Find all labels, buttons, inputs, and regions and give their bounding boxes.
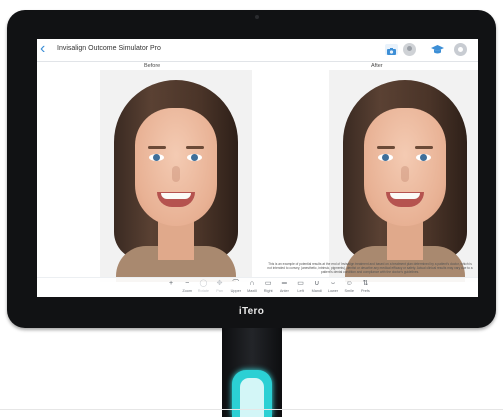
left-eye — [149, 154, 164, 161]
app-title: Invisalign Outcome Simulator Pro — [57, 45, 161, 52]
left-brow — [377, 146, 395, 149]
camera-button[interactable] — [385, 44, 398, 55]
webcam-dot — [255, 15, 259, 19]
right-eye — [187, 154, 202, 161]
floor-line — [0, 409, 503, 410]
after-label: After — [371, 63, 383, 69]
teeth — [390, 193, 420, 199]
teeth — [161, 193, 191, 199]
neck — [158, 220, 194, 260]
nose — [172, 166, 180, 182]
camera-icon — [387, 48, 396, 55]
nose — [401, 166, 409, 182]
settings-button[interactable] — [454, 43, 467, 56]
smile — [157, 192, 195, 207]
avatar[interactable] — [403, 43, 416, 56]
app-screen: ‹ Invisalign Outcome Simulator Pro Befor… — [37, 39, 478, 297]
tool-prefs-button[interactable]: ⇅ Prefs — [355, 279, 375, 297]
right-brow — [415, 146, 433, 149]
left-brow — [148, 146, 166, 149]
tool-label: Prefs — [360, 289, 370, 293]
neck — [387, 220, 423, 260]
bottom-toolbar: + − Zoom ◯ Rotate ✥ Pan ⌒ Upper ∩ Maxill ▭ Right ═ Ant… — [37, 277, 478, 297]
face — [364, 108, 446, 226]
graduation-cap-icon — [431, 45, 444, 54]
app-header: ‹ Invisalign Outcome Simulator Pro — [37, 39, 478, 62]
smile — [386, 192, 424, 207]
stand-light-inner — [240, 378, 264, 417]
before-photo — [100, 70, 252, 282]
preferences-icon: ⇅ — [362, 280, 369, 287]
disclaimer-text: This is an example of potential results … — [267, 262, 473, 274]
right-eye — [416, 154, 431, 161]
left-eye — [378, 154, 393, 161]
back-button[interactable]: ‹ — [40, 41, 50, 57]
face — [135, 108, 217, 226]
brand-logo: iTero — [238, 306, 265, 317]
monitor-bezel: ‹ Invisalign Outcome Simulator Pro Befor… — [7, 10, 496, 328]
training-button[interactable] — [430, 43, 445, 56]
before-label: Before — [144, 63, 161, 69]
after-photo — [329, 70, 478, 282]
right-brow — [186, 146, 204, 149]
